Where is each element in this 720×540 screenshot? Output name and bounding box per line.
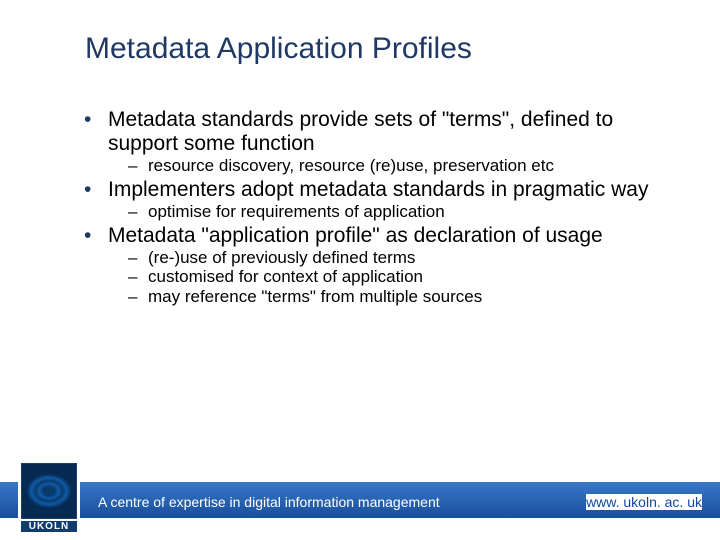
- bullet-item: Implementers adopt metadata standards in…: [84, 178, 654, 222]
- logo-text: UKOLN: [21, 521, 77, 532]
- slide-body: Metadata standards provide sets of "term…: [84, 108, 654, 308]
- sub-item: optimise for requirements of application: [108, 202, 654, 222]
- logo-icon: [21, 463, 77, 519]
- sub-list: resource discovery, resource (re)use, pr…: [108, 156, 654, 176]
- bullet-text: Metadata "application profile" as declar…: [108, 224, 603, 247]
- bullet-text: Metadata standards provide sets of "term…: [108, 108, 613, 155]
- logo: UKOLN: [18, 454, 80, 532]
- footer-url: www. ukoln. ac. uk: [586, 494, 702, 510]
- sub-item: (re-)use of previously defined terms: [108, 248, 654, 268]
- slide: Metadata Application Profiles Metadata s…: [0, 0, 720, 540]
- bullet-list: Metadata standards provide sets of "term…: [84, 108, 654, 306]
- slide-title: Metadata Application Profiles: [85, 32, 472, 66]
- sub-item: customised for context of application: [108, 267, 654, 287]
- sub-item: resource discovery, resource (re)use, pr…: [108, 156, 654, 176]
- footer-url-text: www. ukoln. ac. uk: [586, 494, 702, 510]
- sub-item: may reference "terms" from multiple sour…: [108, 287, 654, 307]
- sub-list: (re-)use of previously defined terms cus…: [108, 248, 654, 307]
- bullet-item: Metadata standards provide sets of "term…: [84, 108, 654, 176]
- footer-tagline: A centre of expertise in digital informa…: [98, 494, 440, 510]
- bullet-text: Implementers adopt metadata standards in…: [108, 178, 648, 201]
- sub-list: optimise for requirements of application: [108, 202, 654, 222]
- bullet-item: Metadata "application profile" as declar…: [84, 224, 654, 307]
